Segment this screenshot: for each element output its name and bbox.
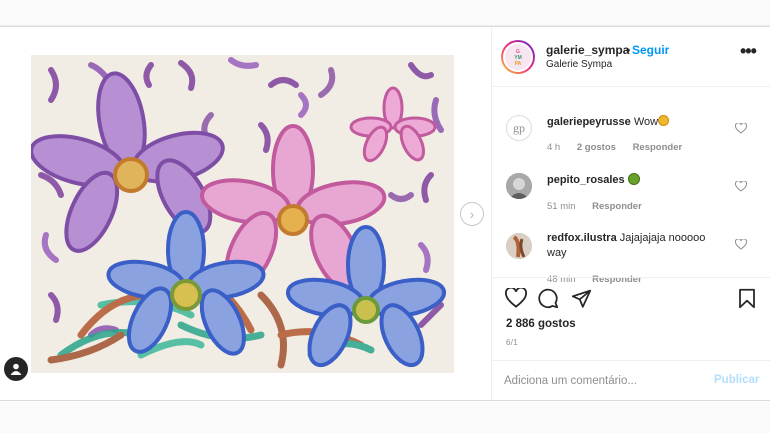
like-comment-heart-icon[interactable] bbox=[735, 181, 747, 192]
comment-text: pepito_rosales bbox=[547, 173, 727, 188]
reply-button[interactable]: Responder bbox=[592, 201, 642, 212]
like-comment-heart-icon[interactable] bbox=[735, 123, 747, 134]
commenter-avatar[interactable] bbox=[506, 173, 532, 199]
comment-time: 51 min bbox=[547, 201, 576, 212]
post-modal: › G YM PA galerie_sympa • Seguir Galerie… bbox=[0, 26, 770, 401]
comment-meta: 4 h 2 gostos Responder bbox=[547, 142, 696, 153]
account-avatar[interactable]: G YM PA bbox=[501, 40, 535, 74]
account-username[interactable]: galerie_sympa bbox=[546, 43, 629, 57]
clapping-hands-icon bbox=[658, 115, 670, 126]
comment-text: galeriepeyrusse Wow bbox=[547, 115, 727, 130]
flower-painting-image bbox=[31, 55, 454, 373]
face-icon bbox=[627, 173, 640, 185]
like-comment-heart-icon[interactable] bbox=[735, 239, 747, 250]
post-header: G YM PA galerie_sympa • Seguir Galerie S… bbox=[492, 27, 770, 87]
svg-text:PA: PA bbox=[515, 61, 522, 67]
save-bookmark-icon[interactable] bbox=[738, 288, 756, 309]
comment-username[interactable]: galeriepeyrusse bbox=[547, 116, 631, 128]
comment-text: redfox.ilustra Jajajajaja nooooo way bbox=[547, 231, 727, 261]
comment-body: Wow bbox=[633, 116, 659, 128]
comment-meta: 51 min Responder bbox=[547, 201, 656, 212]
browser-top-strip bbox=[0, 0, 770, 26]
profile-photo-icon bbox=[506, 233, 532, 259]
likes-count[interactable]: 2 886 gostos bbox=[506, 318, 576, 330]
account-subtitle: Galerie Sympa bbox=[546, 59, 613, 70]
more-options-icon[interactable]: ••• bbox=[740, 41, 757, 62]
user-icon bbox=[10, 363, 22, 375]
next-image-button[interactable]: › bbox=[460, 202, 484, 226]
separator-dot: • bbox=[626, 43, 631, 57]
tagged-user-button[interactable] bbox=[4, 357, 28, 381]
publish-button[interactable]: Publicar bbox=[714, 374, 759, 386]
comment-input[interactable] bbox=[504, 371, 694, 391]
galerie-logo-icon: G YM PA bbox=[505, 44, 531, 70]
post-date[interactable]: 6/1 bbox=[506, 338, 518, 347]
comment-username[interactable]: redfox.ilustra bbox=[547, 232, 617, 244]
commenter-avatar[interactable]: gp bbox=[506, 115, 532, 141]
add-comment-bar: Publicar bbox=[492, 360, 770, 401]
comment-likes[interactable]: 2 gostos bbox=[577, 142, 616, 153]
post-actions: 2 886 gostos 6/1 Publicar bbox=[492, 277, 770, 400]
chevron-right-icon: › bbox=[469, 206, 475, 222]
post-side-panel: G YM PA galerie_sympa • Seguir Galerie S… bbox=[491, 27, 770, 400]
like-heart-icon[interactable] bbox=[505, 288, 527, 308]
comment-username[interactable]: pepito_rosales bbox=[547, 174, 625, 186]
post-media: › bbox=[0, 27, 491, 400]
profile-photo-icon bbox=[506, 173, 532, 199]
comment-bubble-icon[interactable] bbox=[538, 288, 559, 309]
commenter-avatar[interactable] bbox=[506, 233, 532, 259]
follow-button[interactable]: Seguir bbox=[632, 43, 669, 57]
share-send-icon[interactable] bbox=[571, 288, 592, 309]
comment-time: 4 h bbox=[547, 142, 561, 153]
reply-button[interactable]: Responder bbox=[633, 142, 683, 153]
